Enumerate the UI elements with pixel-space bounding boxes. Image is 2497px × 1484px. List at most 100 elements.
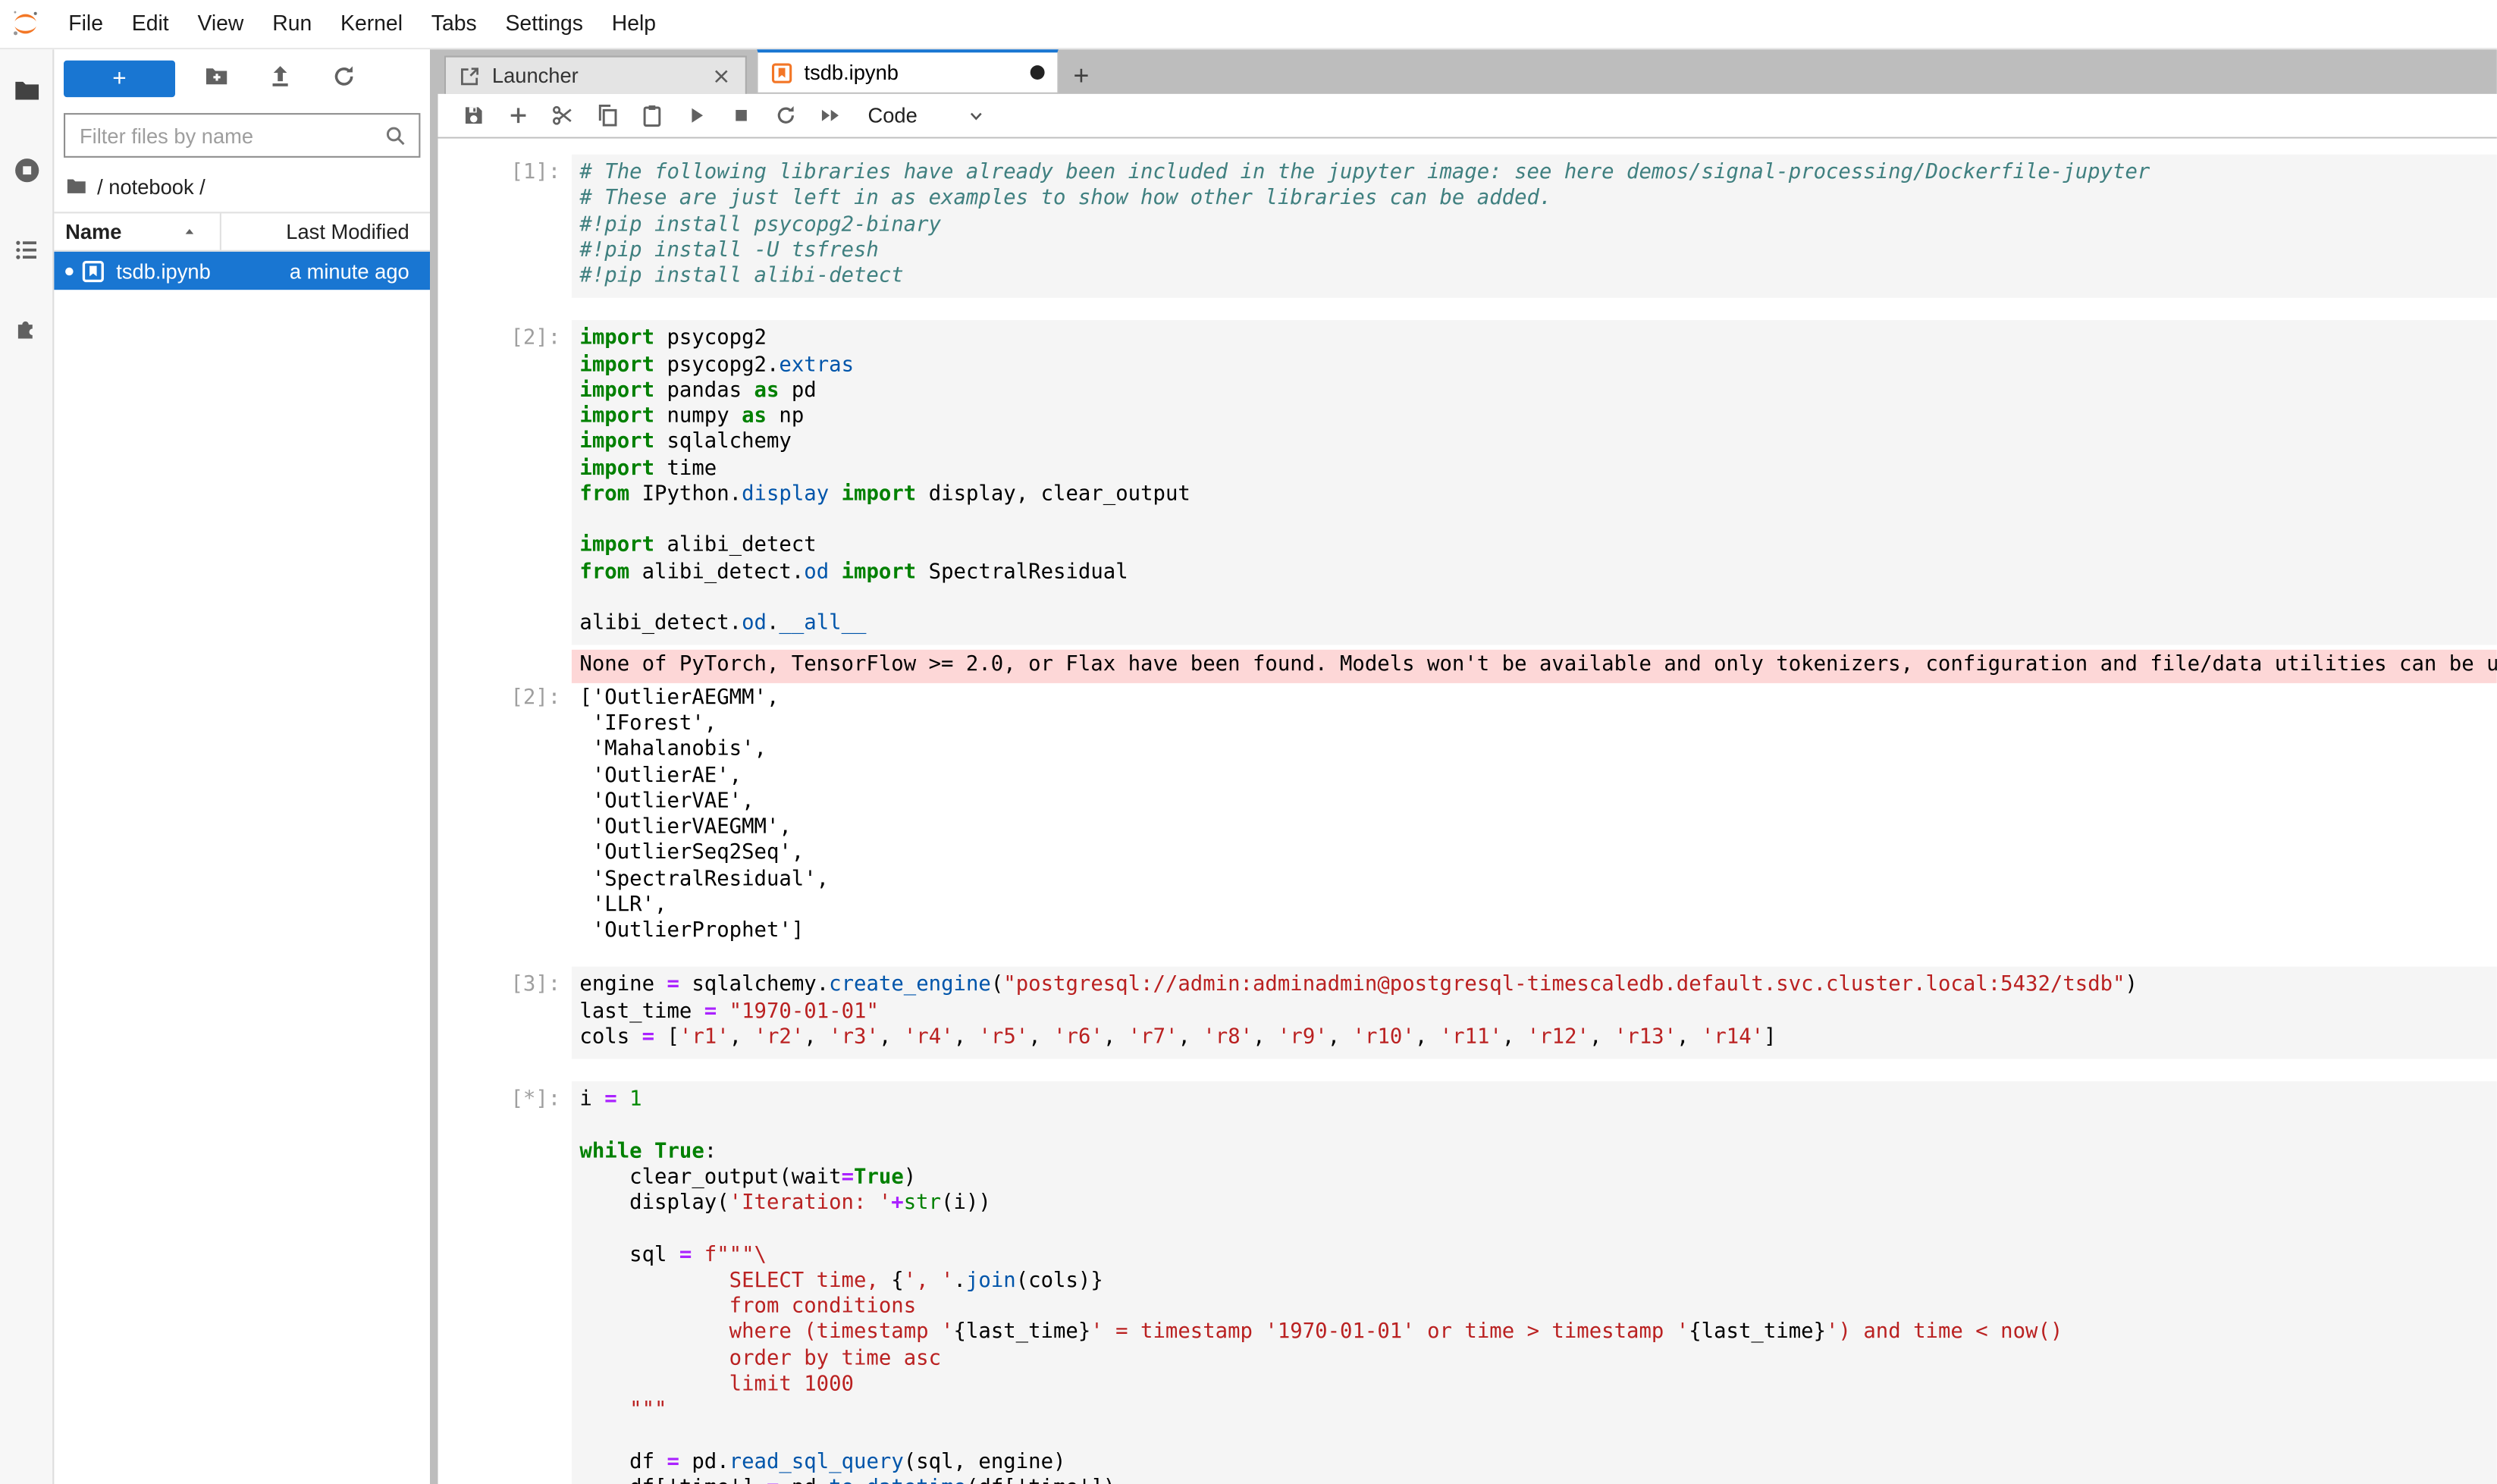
jupyter-logo-icon [8,6,43,41]
sort-ascending-icon[interactable] [182,224,198,240]
code-line: import psycopg2 [579,327,2496,353]
chevron-down-icon [965,105,987,127]
list-icon [12,235,41,268]
left-sidebar [0,49,54,1484]
code-line: # These are just left in as examples to … [579,187,2496,212]
file-name: tsdb.ipynb [116,259,210,283]
run-cell-button[interactable] [673,96,718,134]
column-divider [220,213,221,249]
home-folder-icon [65,175,87,197]
code-line [579,1424,2496,1450]
notebook-cell: [*]:i = 1 while True: clear_output(wait=… [438,1081,2497,1484]
new-tab-button[interactable]: + [1059,58,1103,94]
interrupt-kernel-button[interactable] [718,96,763,134]
menu-kernel[interactable]: Kernel [326,0,417,48]
menu-file[interactable]: File [54,0,118,48]
close-icon[interactable] [711,64,732,86]
code-line: from conditions [579,1294,2496,1320]
code-line: limit 1000 [579,1373,2496,1398]
cell-output-area: [2]:['OutlierAEGMM', 'IForest', 'Mahalan… [438,682,2497,944]
code-line: engine = sqlalchemy.create_engine("postg… [579,974,2496,999]
refresh-button[interactable] [322,59,366,97]
code-line: import numpy as np [579,404,2496,430]
code-line [579,508,2496,534]
new-folder-button[interactable] [194,59,239,97]
code-line: SELECT time, {', '.join(cols)} [579,1269,2496,1294]
restart-kernel-button[interactable] [763,96,808,134]
unsaved-bullet-icon [65,267,74,275]
tab-label: tsdb.ipynb [805,61,899,85]
cell-editor[interactable]: # The following libraries have already b… [572,155,2497,299]
sidebar-tab-file-browser[interactable] [0,52,52,132]
menu-view[interactable]: View [184,0,259,48]
file-browser-toolbar: + [54,49,430,107]
save-icon [461,104,485,128]
file-filter-input[interactable] [77,122,384,149]
column-name[interactable]: Name [65,220,121,244]
upload-icon [268,63,293,93]
code-line [579,1217,2496,1243]
cell-input-prompt: [*]: [438,1081,572,1484]
breadcrumb[interactable]: / notebook / [54,167,430,205]
cell-editor[interactable]: engine = sqlalchemy.create_engine("postg… [572,967,2497,1059]
menu-settings[interactable]: Settings [491,0,598,48]
code-line: where (timestamp '{last_time}' = timesta… [579,1320,2496,1346]
stop-circle-icon [12,155,41,189]
file-browser-panel: + [54,49,430,1484]
output-line: 'Mahalanobis', [579,738,2496,764]
output-line: 'OutlierVAEGMM', [579,815,2496,841]
notebook-cell: [1]:# The following libraries have alrea… [438,155,2497,299]
tab-tsdb-notebook[interactable]: tsdb.ipynb [756,48,1059,94]
menu-help[interactable]: Help [598,0,670,48]
new-launcher-button[interactable]: + [64,60,175,96]
code-line: sql = f"""\ [579,1243,2496,1269]
cell-editor[interactable]: i = 1 while True: clear_output(wait=True… [572,1081,2497,1484]
code-line: alibi_detect.od.__all__ [579,611,2496,637]
puzzle-icon [12,315,41,348]
code-line: import pandas as pd [579,378,2496,404]
output-line: 'LLR', [579,893,2496,919]
paste-cells-button[interactable] [629,96,673,134]
copy-cells-button[interactable] [585,96,629,134]
code-line: # The following libraries have already b… [579,161,2496,187]
cell-editor[interactable]: import psycopg2import psycopg2.extrasimp… [572,321,2497,645]
restart-run-all-button[interactable] [808,96,852,134]
menu-edit[interactable]: Edit [118,0,184,48]
sidebar-tab-running-sessions[interactable] [0,132,52,212]
code-line-clipped: df['time'] = pd.to_datetime(df['time']) [579,1476,2496,1484]
code-line: cols = ['r1', 'r2', 'r3', 'r4', 'r5', 'r… [579,1025,2496,1051]
cell-input-area: [1]:# The following libraries have alrea… [438,155,2497,299]
output-line: 'SpectralResidual', [579,867,2496,893]
file-row-tsdb[interactable]: tsdb.ipynb a minute ago [54,252,430,290]
menu-run[interactable]: Run [258,0,326,48]
sidebar-tab-table-of-contents[interactable] [0,212,52,291]
menu-tabs[interactable]: Tabs [417,0,491,48]
output-line: 'OutlierVAE', [579,789,2496,815]
insert-cell-button[interactable] [495,96,540,134]
tab-launcher[interactable]: Launcher [444,56,747,94]
code-line: i = 1 [579,1087,2496,1113]
notebook-toolbar: Code [438,94,2497,139]
code-line: import time [579,456,2496,482]
save-button[interactable] [450,96,495,134]
unsaved-changes-icon[interactable] [1030,65,1045,80]
cut-cells-button[interactable] [540,96,585,134]
column-last-modified[interactable]: Last Modified [198,220,430,244]
file-list-header: Name Last Modified [54,212,430,252]
code-line: #!pip install -U tsfresh [579,238,2496,264]
breadcrumb-path: / notebook / [97,174,205,198]
code-line: #!pip install alibi-detect [579,265,2496,290]
output-line: 'OutlierAE', [579,764,2496,789]
upload-button[interactable] [258,59,303,97]
output-line: 'IForest', [579,712,2496,738]
sidebar-tab-extensions[interactable] [0,291,52,371]
panel-splitter[interactable] [430,49,438,1484]
cell-output-text: ['OutlierAEGMM', 'IForest', 'Mahalanobis… [572,682,2497,944]
stop-icon [729,104,753,128]
cell-type-select[interactable]: Code [868,104,988,128]
plus-icon [506,104,529,128]
notebook-cells: [1]:# The following libraries have alrea… [438,155,2497,1484]
notebook-file-icon [81,259,116,283]
code-line: clear_output(wait=True) [579,1166,2496,1191]
cell-input-prompt: [2]: [438,321,572,645]
